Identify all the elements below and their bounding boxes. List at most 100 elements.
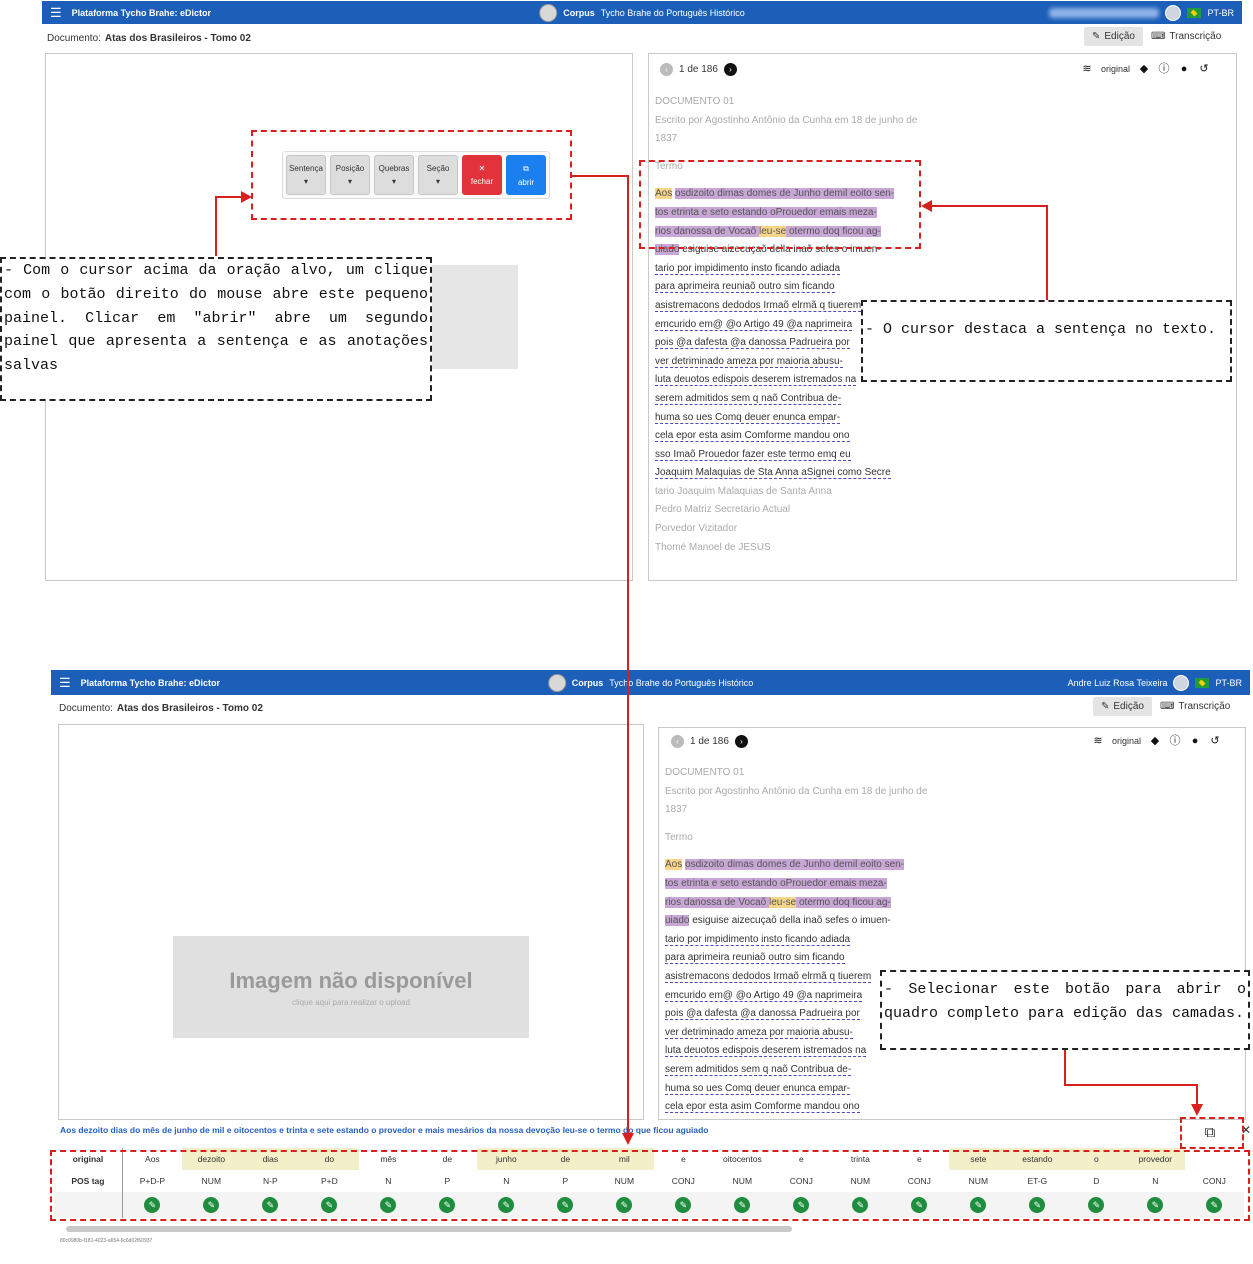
comments-icon[interactable]: ●	[1189, 735, 1201, 747]
tab-transcricao[interactable]: ⌨ Transcrição	[1143, 27, 1229, 46]
sentence-text: Aos dezoito dias do mês de junho de mil …	[60, 1125, 709, 1135]
arrow-head-icon	[1191, 1104, 1203, 1116]
layer-select[interactable]: original	[1112, 736, 1141, 746]
text-toolbar: ≋ original ◆ ⓘ ● ↺	[1092, 735, 1221, 747]
tags-icon[interactable]: ◆	[1138, 63, 1150, 75]
horizontal-scrollbar[interactable]	[66, 1226, 792, 1232]
doc-heading: DOCUMENTO 01	[665, 767, 745, 778]
tab-edicao[interactable]: ✎ Edição	[1093, 697, 1152, 716]
note-cursor-highlight: - O cursor destaca a sentença no texto.	[861, 300, 1232, 382]
arrow-head-icon	[921, 200, 932, 212]
corpus-title: Corpus Tycho Brahe do Português Históric…	[539, 3, 745, 22]
highlight-context-menu	[251, 130, 572, 220]
doc-heading: DOCUMENTO 01	[655, 96, 735, 107]
pager: ‹ 1 de 186 ›	[660, 63, 737, 76]
menu-icon[interactable]: ☰	[50, 5, 62, 21]
bottom-navbar: ☰ Plataforma Tycho Brahe: eDictor Corpus…	[51, 670, 1250, 695]
app-title: Plataforma Tycho Brahe: eDictor	[80, 677, 221, 688]
text-toolbar: ≋ original ◆ ⓘ ● ↺	[1081, 63, 1210, 75]
doc-subheading: Escrito por Agostinho Antônio da Cunha e…	[655, 114, 918, 145]
info-icon[interactable]: ⓘ	[1169, 735, 1181, 747]
arrow-line	[1196, 1084, 1198, 1106]
arrow-line	[1046, 205, 1048, 300]
corpus-title: Corpus Tycho Brahe do Português Históric…	[547, 673, 753, 692]
doc-line[interactable]: tario por impidimento insto ficando adia…	[655, 260, 925, 279]
menu-icon[interactable]: ☰	[59, 675, 71, 691]
user-name-blurred	[1049, 7, 1160, 18]
next-page-icon[interactable]: ›	[734, 735, 748, 748]
undo-icon[interactable]: ↺	[1209, 735, 1221, 747]
top-navbar: ☰ Plataforma Tycho Brahe: eDictor Corpus…	[42, 1, 1242, 24]
document-text: DOCUMENTO 01 Escrito por Agostinho Antôn…	[665, 764, 935, 1119]
doc-line[interactable]: serem admitidos sem q naõ Contribua de-	[655, 390, 925, 409]
doc-termo: Termo	[665, 831, 693, 843]
tab-transcricao[interactable]: ⌨ Transcrição	[1152, 697, 1238, 716]
layers-icon[interactable]: ≋	[1081, 63, 1093, 75]
footer-id: 80c0980b-f181-4023-a654-6c6d02f60937	[60, 1238, 153, 1244]
corpus-logo-icon	[547, 673, 566, 692]
doc-line[interactable]: sso Imaõ Prouedor fazer este termo emq e…	[655, 446, 925, 465]
doc-line[interactable]: Thomé Manoel de JESUS	[655, 539, 925, 558]
undo-icon[interactable]: ↺	[1198, 63, 1210, 75]
doc-line[interactable]: huma so ues Comq deuer enunca empar-	[655, 409, 925, 428]
doc-line[interactable]: tario Joaquim Malaquias de Santa Anna	[655, 483, 925, 502]
prev-page-icon[interactable]: ‹	[660, 63, 673, 76]
brazil-flag-icon[interactable]	[1187, 7, 1202, 18]
language-label[interactable]: PT-BR	[1215, 678, 1242, 688]
highlight-sentence	[639, 160, 921, 249]
doc-line[interactable]: Joaquim Malaquias de Sta Anna aSignei co…	[655, 464, 925, 483]
info-icon[interactable]: ⓘ	[1158, 63, 1170, 75]
doc-line[interactable]: para aprimeira reuniaõ outro sim ficando	[665, 949, 935, 968]
doc-line[interactable]: Porvedor Vizitador	[655, 520, 925, 539]
brazil-flag-icon[interactable]	[1195, 677, 1210, 688]
doc-line[interactable]: serem admitidos sem q naõ Contribua de-	[665, 1061, 935, 1080]
doc-line[interactable]: cela epor esta asim Comforme mandou ono	[655, 427, 925, 446]
avatar[interactable]	[1165, 4, 1182, 21]
note-open-button: - Selecionar este botão para abrir o qua…	[880, 970, 1250, 1050]
highlight-annotation-grid	[50, 1150, 1250, 1221]
doc-line[interactable]: rios danossa de Vocaõ leu-se otermo doq …	[665, 894, 935, 913]
arrow-line	[572, 175, 628, 177]
doc-line[interactable]: huma so ues Comq deuer enunca empar-	[665, 1080, 935, 1099]
user-name: Andre Luiz Rosa Teixeira	[1067, 677, 1168, 688]
view-tabs: ✎ Edição ⌨ Transcrição	[1093, 697, 1238, 716]
doc-subheading: Escrito por Agostinho Antônio da Cunha e…	[665, 785, 928, 816]
keyboard-icon: ⌨	[1150, 31, 1166, 42]
arrow-line	[215, 196, 217, 256]
corpus-logo-icon	[539, 3, 558, 22]
app-title: Plataforma Tycho Brahe: eDictor	[71, 7, 212, 18]
avatar[interactable]	[1173, 674, 1190, 691]
pager: ‹ 1 de 186 ›	[671, 735, 748, 748]
layer-select[interactable]: original	[1101, 64, 1130, 74]
arrow-head-icon	[241, 191, 252, 203]
doc-line[interactable]: Aos osdizoito dimas domes de Junho demil…	[665, 856, 935, 875]
image-panel	[58, 724, 644, 1120]
next-page-icon[interactable]: ›	[723, 63, 737, 76]
doc-line[interactable]: tario por impidimento insto ficando adia…	[665, 931, 935, 950]
document-title: Atas dos Brasileiros - Tomo 02	[116, 702, 263, 714]
arrow-line	[930, 205, 1048, 207]
language-label[interactable]: PT-BR	[1207, 8, 1234, 18]
doc-line[interactable]: tos etrinta e seto estando oProuedor ema…	[665, 875, 935, 894]
prev-page-icon[interactable]: ‹	[671, 735, 684, 748]
arrow-line	[627, 175, 629, 1135]
doc-line[interactable]: cela epor esta asim Comforme mandou ono	[665, 1098, 935, 1117]
tags-icon[interactable]: ◆	[1149, 735, 1161, 747]
edit-icon: ✎	[1101, 701, 1110, 712]
document-title: Atas dos Brasileiros - Tomo 02	[104, 32, 251, 44]
doc-line[interactable]: Pedro Matriz Secretario Actual	[655, 501, 925, 520]
doc-line[interactable]: sso Imaõ Prouedor fazer este termo emq e…	[665, 1117, 935, 1119]
image-placeholder[interactable]: Imagem não disponível clique aqui para r…	[173, 936, 529, 1038]
layers-icon[interactable]: ≋	[1092, 735, 1104, 747]
note-context-menu: - Com o cursor acima da oração alvo, um …	[0, 257, 432, 401]
doc-line[interactable]: uiado esiguise aizecuçaõ della inaõ sefe…	[665, 912, 935, 931]
noimg-upload-hint[interactable]: clique aqui para realizar o upload	[292, 998, 410, 1007]
view-tabs: ✎ Edição ⌨ Transcrição	[1084, 27, 1229, 46]
arrow-head-icon	[622, 1133, 634, 1145]
comments-icon[interactable]: ●	[1178, 63, 1190, 75]
arrow-line	[1064, 1050, 1066, 1086]
highlight-open-button	[1180, 1117, 1244, 1149]
tab-edicao[interactable]: ✎ Edição	[1084, 27, 1143, 46]
arrow-line	[1064, 1084, 1198, 1086]
doc-line[interactable]: para aprimeira reuniaõ outro sim ficando	[655, 278, 925, 297]
